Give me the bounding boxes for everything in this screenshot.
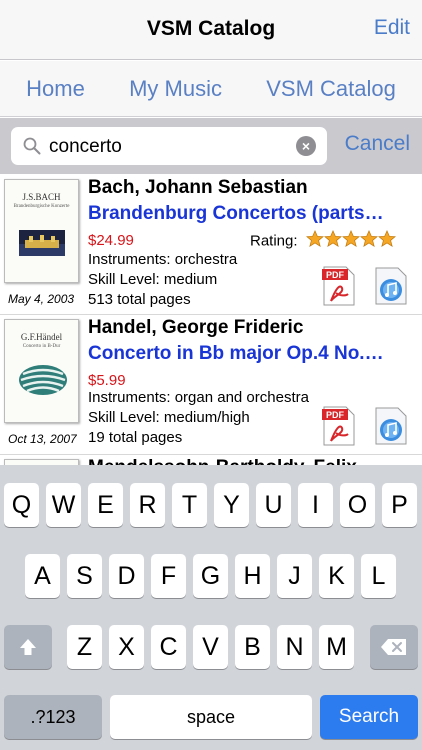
search-query[interactable]: concerto — [49, 136, 122, 158]
skill-level: Skill Level: medium/high — [88, 409, 250, 426]
key-b[interactable]: B — [235, 625, 270, 669]
key-h[interactable]: H — [235, 554, 270, 598]
publish-date: May 4, 2003 — [8, 292, 75, 306]
page-count: 513 total pages — [88, 291, 191, 308]
cancel-button[interactable]: Cancel — [345, 132, 410, 156]
backspace-icon — [381, 639, 406, 655]
search-icon — [23, 137, 41, 155]
star-icon — [305, 230, 324, 247]
svg-text:PDF: PDF — [326, 410, 345, 420]
search-bar: concerto × Cancel — [0, 118, 422, 174]
work-title-link[interactable]: Brandenburg Concertos (parts… — [88, 203, 418, 225]
clear-icon[interactable]: × — [296, 136, 316, 156]
page-count: 19 total pages — [88, 429, 183, 446]
rating: Rating: — [250, 230, 396, 252]
rating-label: Rating: — [250, 232, 298, 250]
shift-key[interactable] — [4, 625, 52, 669]
skill-level: Skill Level: medium — [88, 271, 218, 288]
key-g[interactable]: G — [193, 554, 228, 598]
key-a[interactable]: A — [25, 554, 60, 598]
space-key[interactable]: space — [110, 695, 312, 739]
score-cover-image: J.S.BACH Brandenburgische Konzerte — [4, 179, 79, 283]
key-f[interactable]: F — [151, 554, 186, 598]
list-item[interactable]: J.S.BACH Brandenburgische Konzerte May 4… — [0, 175, 422, 315]
edit-button[interactable]: Edit — [374, 16, 410, 40]
key-e[interactable]: E — [88, 483, 123, 527]
star-icon — [377, 230, 396, 247]
navigation-bar: VSM Catalog Edit — [0, 0, 422, 60]
key-l[interactable]: L — [361, 554, 396, 598]
composer-name: Handel, George Frideric — [88, 317, 304, 338]
star-icon — [359, 230, 378, 247]
key-x[interactable]: X — [109, 625, 144, 669]
tab-home[interactable]: Home — [26, 76, 85, 102]
key-m[interactable]: M — [319, 625, 354, 669]
itunes-icon[interactable] — [374, 407, 408, 445]
key-o[interactable]: O — [340, 483, 375, 527]
key-z[interactable]: Z — [67, 625, 102, 669]
results-list[interactable]: J.S.BACH Brandenburgische Konzerte May 4… — [0, 175, 422, 465]
itunes-icon[interactable] — [374, 267, 408, 305]
cover-subtitle: Brandenburgische Konzerte — [13, 204, 70, 209]
key-c[interactable]: C — [151, 625, 186, 669]
key-s[interactable]: S — [67, 554, 102, 598]
key-w[interactable]: W — [46, 483, 81, 527]
page-title: VSM Catalog — [146, 17, 276, 40]
instruments: Instruments: orchestra — [88, 251, 238, 268]
list-item[interactable]: G.F.Händel Concerto in B-Dur Oct 13, 200… — [0, 315, 422, 455]
tab-vsm-catalog[interactable]: VSM Catalog — [266, 76, 396, 102]
rating-stars — [305, 230, 396, 252]
delete-key[interactable] — [370, 625, 418, 669]
key-v[interactable]: V — [193, 625, 228, 669]
search-key[interactable]: Search — [320, 695, 418, 739]
instruments: Instruments: organ and orchestra — [88, 389, 309, 406]
star-icon — [323, 230, 342, 247]
key-n[interactable]: N — [277, 625, 312, 669]
cover-artwork — [19, 230, 65, 256]
key-d[interactable]: D — [109, 554, 144, 598]
tab-my-music[interactable]: My Music — [129, 76, 222, 102]
key-k[interactable]: K — [319, 554, 354, 598]
search-input[interactable]: concerto × — [11, 127, 327, 165]
key-r[interactable]: R — [130, 483, 165, 527]
price: $5.99 — [88, 372, 126, 389]
star-icon — [341, 230, 360, 247]
composer-name: Bach, Johann Sebastian — [88, 177, 308, 198]
publish-date: Oct 13, 2007 — [8, 432, 77, 446]
key-u[interactable]: U — [256, 483, 291, 527]
composer-name: Mendelssohn-Bartholdy, Felix — [88, 457, 357, 465]
cover-composer: J.S.BACH — [22, 192, 61, 202]
score-cover-image: G.F.Händel Concerto in B-Dur — [4, 319, 79, 423]
svg-text:PDF: PDF — [326, 270, 345, 280]
key-p[interactable]: P — [382, 483, 417, 527]
key-q[interactable]: Q — [4, 483, 39, 527]
work-title-link[interactable]: Concerto in Bb major Op.4 No.… — [88, 343, 418, 365]
shift-icon — [20, 639, 36, 655]
pdf-icon[interactable]: PDF — [322, 266, 356, 306]
numbers-key[interactable]: .?123 — [4, 695, 102, 739]
list-item[interactable]: Mendelssohn-Bartholdy, Felix — [0, 455, 422, 465]
key-t[interactable]: T — [172, 483, 207, 527]
cover-subtitle: Concerto in B-Dur — [22, 344, 61, 349]
key-j[interactable]: J — [277, 554, 312, 598]
cover-composer: G.F.Händel — [20, 332, 63, 342]
price: $24.99 — [88, 232, 134, 249]
cover-artwork — [19, 365, 67, 395]
key-y[interactable]: Y — [214, 483, 249, 527]
segment-tabs: Home My Music VSM Catalog — [0, 61, 422, 117]
pdf-icon[interactable]: PDF — [322, 406, 356, 446]
keyboard: Q W E R T Y U I O P A S D F G H J K L Z … — [0, 465, 422, 750]
key-i[interactable]: I — [298, 483, 333, 527]
